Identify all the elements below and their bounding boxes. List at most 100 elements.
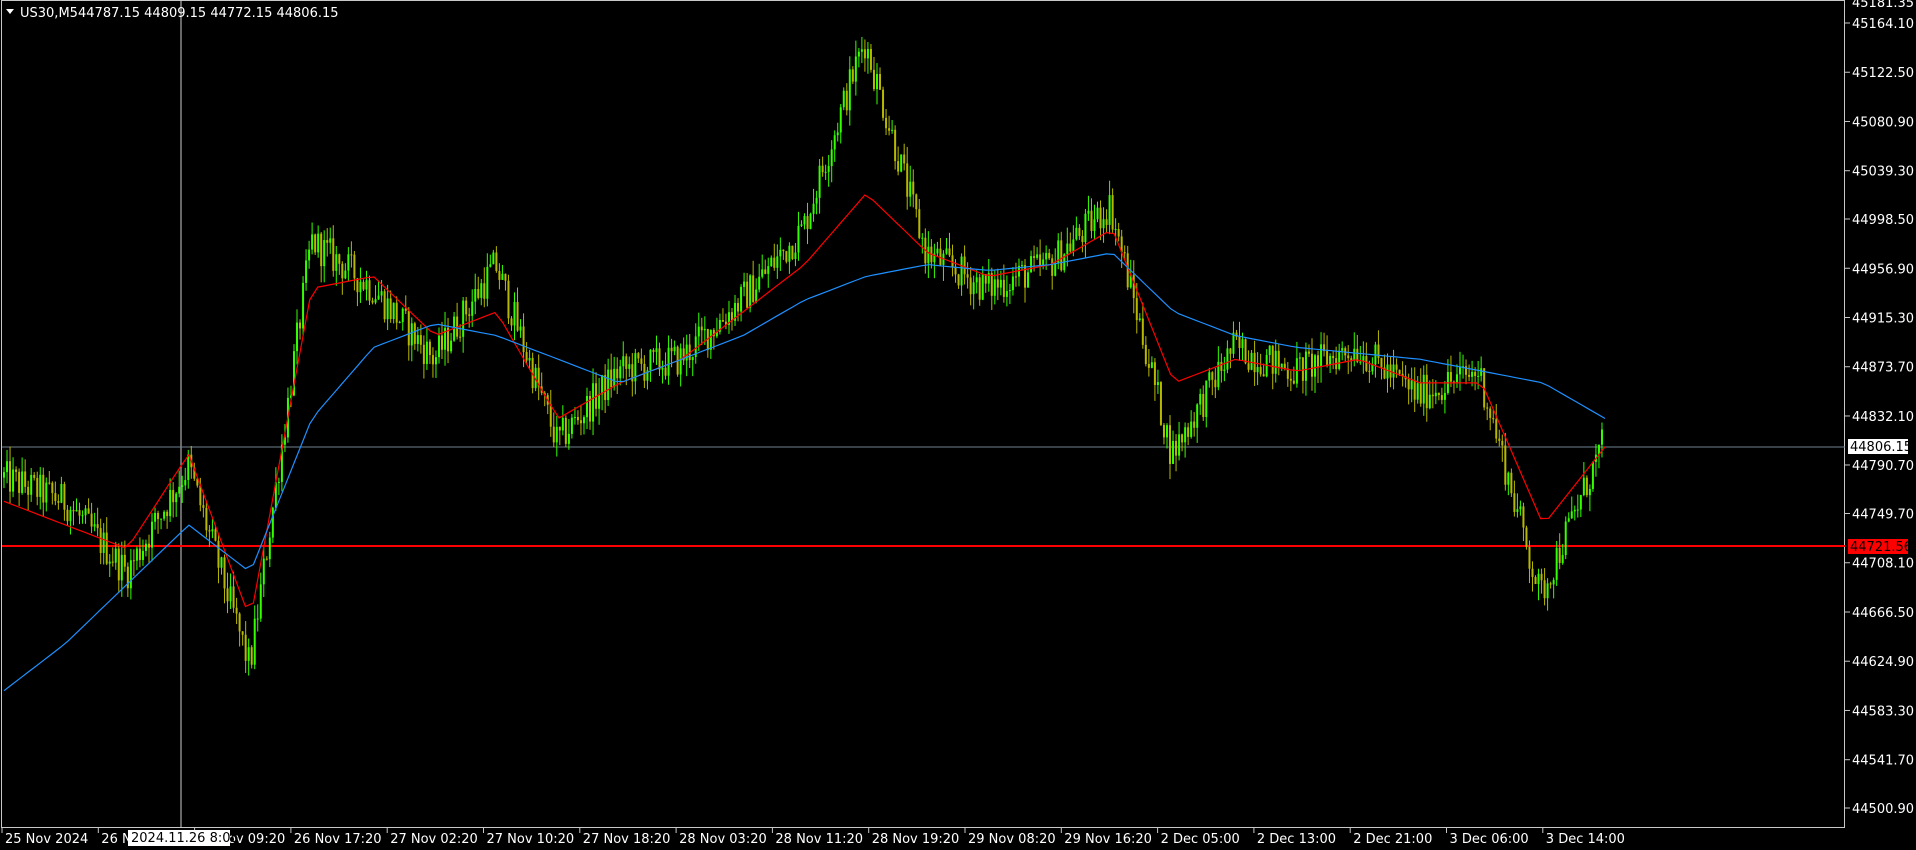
candle-body xyxy=(250,647,253,665)
candle-body xyxy=(797,225,800,253)
candle-body xyxy=(1205,380,1208,418)
candle-body xyxy=(573,416,576,418)
candle-body xyxy=(1223,369,1226,371)
candle-body xyxy=(818,165,821,198)
candle-body xyxy=(380,291,383,296)
candle-body xyxy=(1552,579,1555,585)
candle-body xyxy=(1468,374,1471,377)
time-tick-label: 2 Dec 13:00 xyxy=(1257,832,1336,847)
candle-body xyxy=(1440,395,1443,400)
candle-body xyxy=(1292,380,1295,384)
candle-body xyxy=(1425,374,1428,409)
candle-body xyxy=(1220,361,1223,371)
candle-body xyxy=(268,537,271,560)
candle-body xyxy=(815,197,818,204)
candle-body xyxy=(1187,427,1190,437)
alert-price-tag: 44721.56 xyxy=(1850,540,1912,555)
candle-body xyxy=(489,264,492,267)
candle-body xyxy=(1066,243,1069,255)
candle-body xyxy=(1513,493,1516,512)
candle-body xyxy=(36,477,39,497)
candle-body xyxy=(1413,380,1416,400)
candle-body xyxy=(441,335,444,350)
candle-body xyxy=(132,560,135,562)
candle-body xyxy=(649,349,652,371)
candle-body xyxy=(764,269,767,274)
candle-body xyxy=(1226,348,1229,370)
candle-body xyxy=(549,404,552,427)
candle-body xyxy=(235,607,238,614)
time-tick-label: 2 Dec 21:00 xyxy=(1353,832,1432,847)
candle-body xyxy=(1455,374,1458,383)
candle-body xyxy=(1147,364,1150,368)
candle-body xyxy=(785,251,788,262)
time-tick-label: 27 Nov 02:20 xyxy=(390,832,478,847)
candle-body xyxy=(78,510,81,516)
candle-body xyxy=(1486,407,1489,409)
candle-body xyxy=(1317,355,1320,367)
candle-body xyxy=(1005,291,1008,297)
candle-body xyxy=(743,281,746,287)
candle-body xyxy=(486,266,489,299)
candle-body xyxy=(1020,265,1023,267)
candle-body xyxy=(1105,219,1108,225)
candle-body xyxy=(622,356,625,367)
candle-body xyxy=(1211,372,1214,380)
candle-body xyxy=(341,263,344,279)
candle-body xyxy=(1033,256,1036,258)
candle-body xyxy=(247,647,250,661)
candle-body xyxy=(752,275,755,303)
candle-body xyxy=(33,474,36,478)
candle-body xyxy=(833,135,836,150)
candle-body xyxy=(921,237,924,239)
candle-body xyxy=(1310,353,1313,377)
candle-body xyxy=(359,281,362,293)
candle-body xyxy=(567,433,570,444)
candle-body xyxy=(99,528,102,553)
price-chart[interactable]: US30,M5 44787.15 44809.15 44772.15 44806… xyxy=(0,0,1916,850)
candle-body xyxy=(253,618,256,665)
candle-body xyxy=(836,132,839,136)
price-tick-label: 44956.90 xyxy=(1852,262,1914,277)
candle-body xyxy=(1320,344,1323,367)
candle-body xyxy=(839,107,842,133)
candle-body xyxy=(317,233,320,253)
triangle-down-icon[interactable] xyxy=(6,9,14,14)
candle-body xyxy=(1534,577,1537,584)
candle-body xyxy=(1398,369,1401,374)
candle-body xyxy=(900,154,903,172)
candle-body xyxy=(1144,344,1147,365)
candle-body xyxy=(1459,366,1462,375)
candle-body xyxy=(1196,404,1199,428)
candle-body xyxy=(229,586,232,602)
candle-body xyxy=(972,282,975,295)
candle-body xyxy=(1516,509,1519,512)
candle-body xyxy=(525,352,528,361)
candle-body xyxy=(1570,511,1573,519)
candle-body xyxy=(431,355,434,365)
candle-body xyxy=(528,357,531,361)
candle-body xyxy=(480,283,483,298)
candle-body xyxy=(1014,276,1017,278)
candle-body xyxy=(803,216,806,225)
candle-body xyxy=(320,233,323,267)
candle-body xyxy=(1075,227,1078,240)
candle-body xyxy=(54,493,57,501)
candle-body xyxy=(45,482,48,503)
candle-body xyxy=(918,209,921,238)
candle-body xyxy=(9,461,12,492)
candle-body xyxy=(854,56,857,82)
candle-body xyxy=(157,512,160,520)
candle-body xyxy=(214,529,217,541)
candle-body xyxy=(812,203,815,214)
candle-body xyxy=(21,471,24,493)
candle-body xyxy=(392,302,395,319)
candle-body xyxy=(1069,243,1072,252)
candle-body xyxy=(1162,424,1165,438)
candle-body xyxy=(1359,361,1362,363)
candle-body xyxy=(1504,445,1507,485)
candle-body xyxy=(1054,262,1057,276)
candle-body xyxy=(102,532,105,553)
candle-body xyxy=(1117,229,1120,237)
candle-body xyxy=(48,482,51,484)
